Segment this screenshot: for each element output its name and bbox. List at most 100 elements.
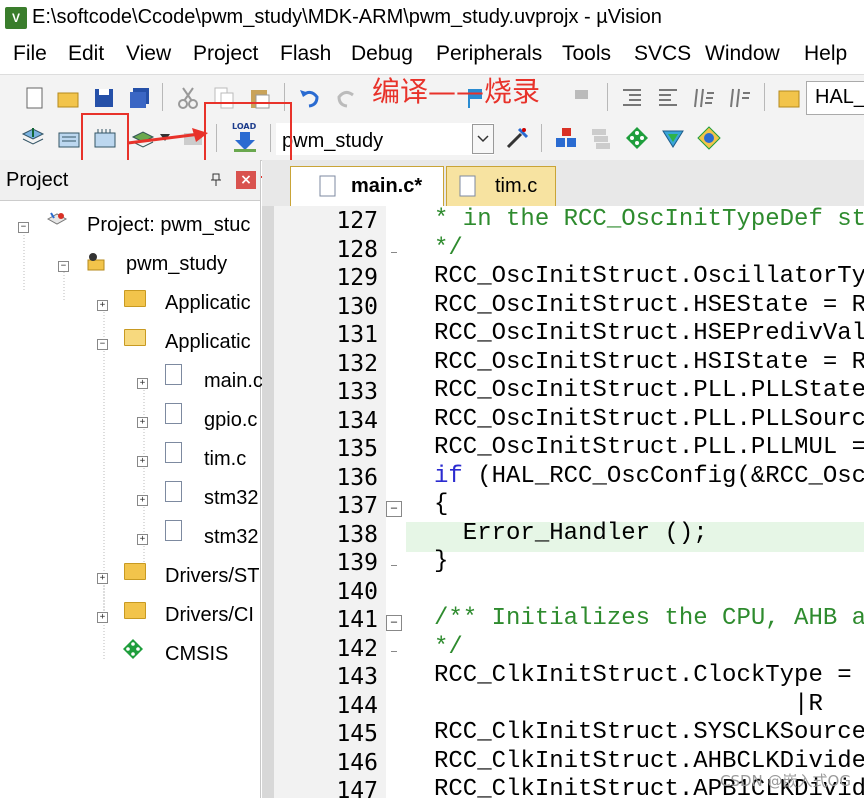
tree-expander[interactable]: − [58,261,69,272]
tab-main-c[interactable]: main.c* [290,166,444,207]
fold-end-marker [391,251,397,253]
target-select-value: pwm_study [282,130,384,152]
tree-label: Drivers/ST [165,565,260,587]
tree-expander[interactable]: + [137,378,148,389]
comment-text: */ [434,633,463,661]
code-text: RCC_OscInitStruct.PLL.PLLSourc [434,405,864,433]
options-for-target-icon[interactable] [505,125,531,151]
select-packs-icon[interactable] [588,125,614,151]
target-select[interactable]: pwm_study [276,123,494,155]
menu-peripherals[interactable]: Peripherals [436,42,542,66]
code-line: RCC_OscInitStruct.HSIState = R [434,349,864,376]
menu-flash[interactable]: Flash [280,42,331,66]
line-number: 129 [336,265,378,291]
file-icon [459,175,476,197]
fold-toggle-icon[interactable]: − [386,501,402,517]
c-file-icon [165,364,182,385]
menu-edit[interactable]: Edit [68,42,104,66]
line-number: 136 [336,464,378,491]
tree-expander[interactable]: + [137,456,148,467]
line-number: 141 [336,607,378,633]
indent-icon[interactable] [619,85,645,111]
code-line: * in the RCC_OscInitTypeDef st [434,206,864,233]
code-line: RCC_OscInitStruct.PLL.PLLMUL = [434,434,864,461]
uvision-app-icon: V [5,7,27,29]
code-text: RCC_OscInitStruct.HSEState = R [434,291,864,319]
code-text: RCC_ClkInitStruct.SYSCLKSource [434,719,864,746]
unindent-icon[interactable] [655,85,681,111]
code-line: */ [434,235,463,262]
code-editor[interactable]: 127 128 129 130 131 132 133 134 135 136 137 138 139 1… [262,206,864,804]
tree-expander[interactable]: + [97,573,108,584]
c-file-icon [165,520,182,541]
uncomment-icon[interactable] [727,85,753,111]
save-icon[interactable] [91,85,117,111]
comment-text: /** Initializes the CPU, AHB a [434,605,864,632]
menu-svcs[interactable]: SVCS [634,42,691,66]
redo-icon[interactable] [333,85,359,111]
tree-expander[interactable]: + [137,417,148,428]
code-text: RCC_OscInitStruct.HSIState = R [434,348,864,376]
file-icon [319,175,336,197]
folder-icon [124,602,146,619]
line-number: 134 [336,407,378,434]
undo-icon[interactable] [297,85,323,111]
arrow-build-to-load [127,128,208,145]
code-line: /** Initializes the CPU, AHB a [434,605,864,632]
tree-expander[interactable]: + [97,300,108,311]
target-dropdown-button[interactable] [472,124,494,154]
pack-installer-icon[interactable] [660,125,686,151]
tree-label: main.c [204,370,263,392]
tree-expander[interactable]: − [18,222,29,233]
tree-label: CMSIS [165,643,229,665]
tree-expander[interactable]: + [137,534,148,545]
find-combo-text: HAL_ [815,86,864,108]
tree-expander[interactable]: + [137,495,148,506]
code-line: if (HAL_RCC_OscConfig(&RCC_Osc [434,463,864,490]
new-file-icon[interactable] [22,85,48,111]
annotation-text: 编译——烧录 [372,75,541,108]
window-title: E:\softcode\Ccode\pwm_study\MDK-ARM\pwm_… [32,6,662,28]
pin-icon[interactable] [210,173,222,187]
keyword: if [434,462,463,490]
title-bar: V E:\softcode\Ccode\pwm_study\MDK-ARM\pw… [0,0,864,38]
menu-window[interactable]: Window [705,42,780,66]
translate-icon[interactable] [20,125,46,151]
code-text: { [434,491,449,518]
menu-file[interactable]: File [13,42,47,66]
save-all-icon[interactable] [127,85,153,111]
menu-help[interactable]: Help [804,42,847,66]
project-icon [46,212,68,225]
tab-tim-c[interactable]: tim.c [446,166,556,207]
comment-icon[interactable] [691,85,717,111]
tree-expander[interactable]: + [97,612,108,623]
cut-icon[interactable] [175,85,201,111]
tree-label: stm32 [204,526,259,548]
close-panel-icon[interactable]: × [236,171,256,189]
manage-project-icon[interactable] [553,125,579,151]
open-folder-icon[interactable] [55,85,81,111]
manage-run-time-icon[interactable] [624,125,650,151]
menu-view[interactable]: View [126,42,171,66]
menu-tools[interactable]: Tools [562,42,611,66]
event-recorder-icon[interactable] [696,125,722,151]
c-file-icon [165,403,182,424]
line-number: 144 [336,692,378,719]
fold-toggle-icon[interactable]: − [386,615,402,631]
tree-expander[interactable]: − [97,339,108,350]
find-combo[interactable]: HAL_ [806,81,864,115]
line-number: 147 [336,778,378,804]
bookmark-clear-icon[interactable] [570,85,596,111]
code-line: RCC_ClkInitStruct.SYSCLKSource [434,719,864,746]
project-panel: Project × − Project: pwm_stuc − pwm_stud… [0,160,263,798]
find-in-files-icon[interactable] [776,85,802,111]
build-icon[interactable] [56,125,82,151]
code-text: RCC_OscInitStruct.HSEPredivVal [434,320,864,347]
tree-label: Project: pwm_stuc [87,214,251,236]
code-line: RCC_OscInitStruct.OscillatorTy [434,263,864,290]
line-number: 145 [336,721,378,747]
menu-debug[interactable]: Debug [351,42,413,66]
menu-project[interactable]: Project [193,42,258,66]
comment-text: */ [434,234,463,262]
editor-margin [262,206,274,798]
